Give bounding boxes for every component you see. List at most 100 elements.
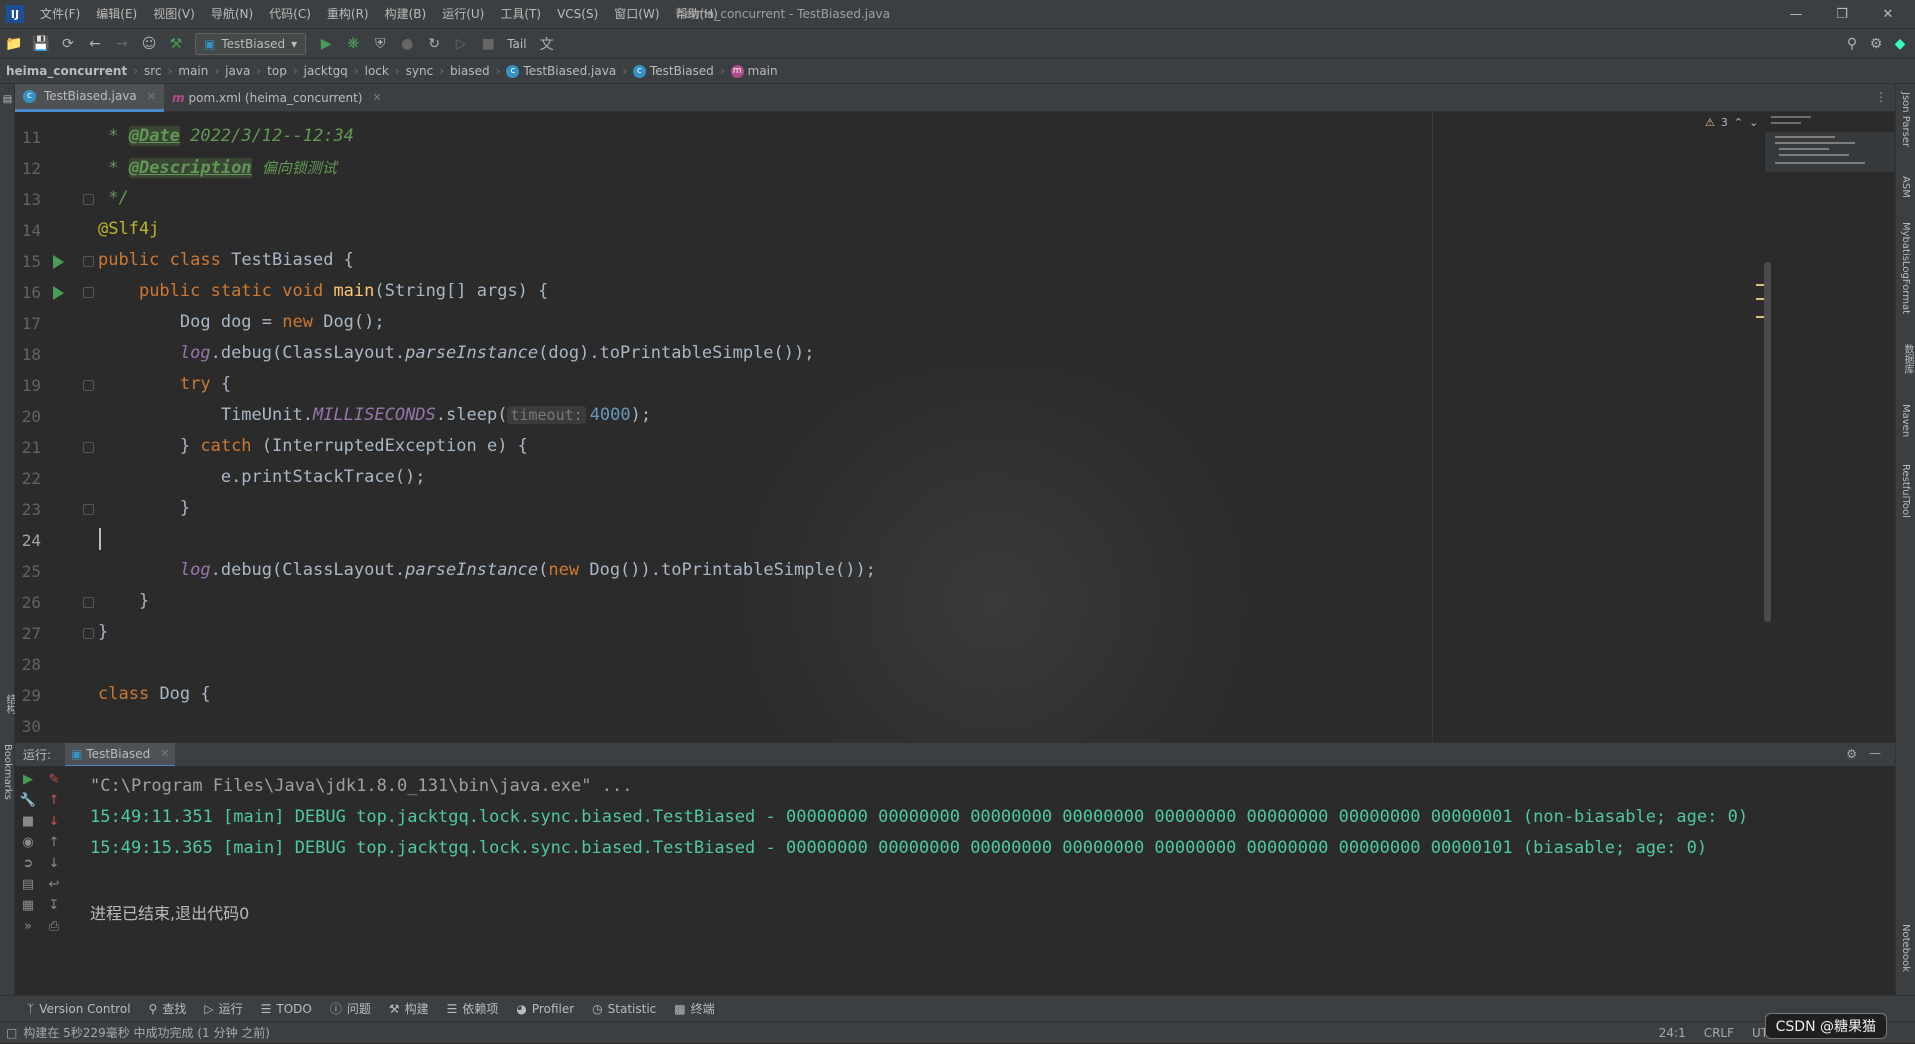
code-minimap[interactable] — [1765, 112, 1895, 192]
layout-icon[interactable]: ▦ — [22, 898, 34, 913]
tool-terminal[interactable]: ▩ 终端 — [665, 1000, 723, 1017]
fold-marker-icon[interactable] — [83, 628, 94, 639]
code-editor[interactable]: 11 12 13 14 15 16 17 18 19 20 21 22 23 2… — [15, 112, 1895, 742]
search-icon[interactable]: ⚲ — [1839, 32, 1865, 56]
breadcrumb-class[interactable]: c TestBiased — [629, 64, 718, 78]
close-tab-icon[interactable]: ✕ — [160, 747, 169, 760]
restore-icon[interactable]: ❐ — [1819, 0, 1865, 28]
fold-marker-icon[interactable] — [83, 504, 94, 515]
fold-marker-icon[interactable] — [83, 597, 94, 608]
edit-config-icon[interactable]: ✎ — [49, 772, 60, 787]
tab-testbiased-java[interactable]: c TestBiased.java ✕ — [15, 83, 164, 112]
gear-icon[interactable]: ⚙ — [1846, 747, 1857, 761]
tab-options-icon[interactable]: ⋮ — [1875, 90, 1887, 104]
cursor-position[interactable]: 24:1 — [1659, 1026, 1686, 1040]
plugin-icon[interactable]: ◆ — [1887, 32, 1913, 56]
tool-find[interactable]: ⚲ 查找 — [140, 1000, 196, 1017]
soft-wrap-icon[interactable]: ↩ — [49, 877, 60, 892]
tab-pom-xml[interactable]: m pom.xml (heima_concurrent) ✕ — [164, 84, 390, 112]
profile-icon[interactable]: ● — [394, 32, 420, 56]
menu-refactor[interactable]: 重构(R) — [319, 0, 377, 28]
tool-version-control[interactable]: ᛉ Version Control — [18, 1002, 140, 1016]
arrow-down-icon[interactable]: ↓ — [49, 856, 60, 871]
editor-scrollbar[interactable] — [1764, 262, 1771, 622]
database-tool-button[interactable]: 数据库 — [1900, 344, 1915, 374]
back-arrow-icon[interactable]: ← — [82, 32, 108, 56]
breadcrumb-file[interactable]: c TestBiased.java — [502, 64, 620, 78]
arrow-up-icon[interactable]: ↑ — [49, 793, 60, 808]
tool-run[interactable]: ▷ 运行 — [195, 1000, 251, 1017]
breadcrumb-src[interactable]: src — [140, 64, 166, 78]
fold-marker-icon[interactable] — [83, 194, 94, 205]
tool-dependencies[interactable]: ☰ 依赖项 — [438, 1000, 508, 1017]
coverage-icon[interactable]: ⛨ — [367, 32, 393, 56]
wrench-icon[interactable]: 🔧 — [20, 793, 36, 808]
run-console[interactable]: ▶ 🔧 ■ ◉ ➲ ▤ ▦ » ✎ ↑ ↓ ↑ ↓ ↩ ↧ ⎙ "C:\Prog… — [15, 766, 1895, 995]
tool-profiler[interactable]: ◕ Profiler — [507, 1002, 583, 1016]
sync-icon[interactable]: ⟳ — [55, 32, 81, 56]
breadcrumb-biased[interactable]: biased — [446, 64, 494, 78]
breadcrumb-method[interactable]: m main — [727, 64, 782, 78]
fold-marker-icon[interactable] — [83, 256, 94, 267]
mybatis-log-tool-button[interactable]: MybatisLogFormat — [1900, 222, 1911, 314]
tail-button[interactable]: Tail — [501, 37, 532, 51]
stop-icon[interactable]: ■ — [475, 32, 501, 56]
menu-window[interactable]: 窗口(W) — [606, 0, 667, 28]
breadcrumb-sync[interactable]: sync — [402, 64, 438, 78]
rerun-icon[interactable]: ▶ — [23, 772, 33, 787]
menu-navigate[interactable]: 导航(N) — [203, 0, 261, 28]
fold-marker-icon[interactable] — [83, 287, 94, 298]
menu-vcs[interactable]: VCS(S) — [549, 0, 606, 28]
run-gutter-icon[interactable] — [53, 255, 64, 269]
menu-run[interactable]: 运行(U) — [434, 0, 492, 28]
tool-todo[interactable]: ☰ TODO — [252, 1002, 321, 1016]
breadcrumb-lock[interactable]: lock — [361, 64, 393, 78]
line-separator[interactable]: CRLF — [1704, 1026, 1734, 1040]
maven-tool-button[interactable]: Maven — [1900, 404, 1911, 437]
pin-icon[interactable]: » — [24, 919, 32, 934]
status-message[interactable]: 构建在 5秒229毫秒 中成功完成 (1 分钟 之前) — [23, 1024, 270, 1041]
run-tab-testbiased[interactable]: ▣ TestBiased ✕ — [65, 742, 176, 767]
bookmarks-tool-button[interactable]: Bookmarks — [2, 744, 13, 800]
asm-tool-button[interactable]: ASM — [1900, 176, 1911, 198]
menu-view[interactable]: 视图(V) — [145, 0, 203, 28]
notebook-tool-button[interactable]: Notebook — [1900, 924, 1911, 972]
breadcrumb-jacktgq[interactable]: jacktgq — [300, 64, 352, 78]
exit-icon[interactable]: ➲ — [23, 856, 34, 871]
arrow-down-icon[interactable]: ↓ — [49, 814, 60, 829]
close-icon[interactable]: ✕ — [1865, 0, 1911, 28]
minimize-icon[interactable]: — — [1773, 0, 1819, 28]
print-icon[interactable]: ⎙ — [49, 919, 59, 934]
run-config-selector[interactable]: ▣ TestBiased ▾ — [195, 32, 307, 55]
breadcrumb-java[interactable]: java — [221, 64, 254, 78]
gear-icon[interactable]: ⚙ — [1863, 32, 1889, 56]
fold-marker-icon[interactable] — [83, 442, 94, 453]
tool-statistic[interactable]: ◷ Statistic — [583, 1002, 665, 1016]
hide-panel-icon[interactable]: — — [1869, 746, 1881, 760]
scroll-to-end-icon[interactable]: ↧ — [49, 898, 60, 913]
stop-icon[interactable]: ■ — [22, 814, 34, 829]
tool-problems[interactable]: ⓘ 问题 — [321, 1000, 380, 1017]
breadcrumb-top[interactable]: top — [263, 64, 291, 78]
chevron-down-icon[interactable]: ⌄ — [1749, 116, 1758, 129]
project-tool-button[interactable]: ▤ — [2, 94, 13, 105]
user-icon[interactable]: ☺ — [136, 32, 162, 56]
menu-build[interactable]: 构建(B) — [377, 0, 435, 28]
save-icon[interactable]: 💾 — [28, 32, 54, 56]
fold-marker-icon[interactable] — [83, 380, 94, 391]
menu-code[interactable]: 代码(C) — [261, 0, 319, 28]
restore-layout-icon[interactable]: ▤ — [22, 877, 34, 892]
breadcrumb-main[interactable]: main — [174, 64, 212, 78]
breadcrumb-project[interactable]: heima_concurrent — [0, 64, 131, 78]
close-tab-icon[interactable]: ✕ — [147, 90, 156, 103]
run-more-icon[interactable]: ↻ — [421, 32, 447, 56]
forward-arrow-icon[interactable]: → — [109, 32, 135, 56]
menu-file[interactable]: 文件(F) — [32, 0, 88, 28]
restful-tool-button[interactable]: RestfulTool — [1900, 464, 1911, 518]
close-tab-icon[interactable]: ✕ — [372, 91, 381, 104]
chevron-up-icon[interactable]: ⌃ — [1734, 116, 1743, 129]
camera-icon[interactable]: ◉ — [22, 835, 33, 850]
json-parser-tool-button[interactable]: Json Parser — [1900, 92, 1911, 147]
build-hammer-icon[interactable]: ⚒ — [163, 32, 189, 56]
inspection-widget[interactable]: ⚠ 3 ⌃ ⌄ — [1705, 116, 1758, 129]
